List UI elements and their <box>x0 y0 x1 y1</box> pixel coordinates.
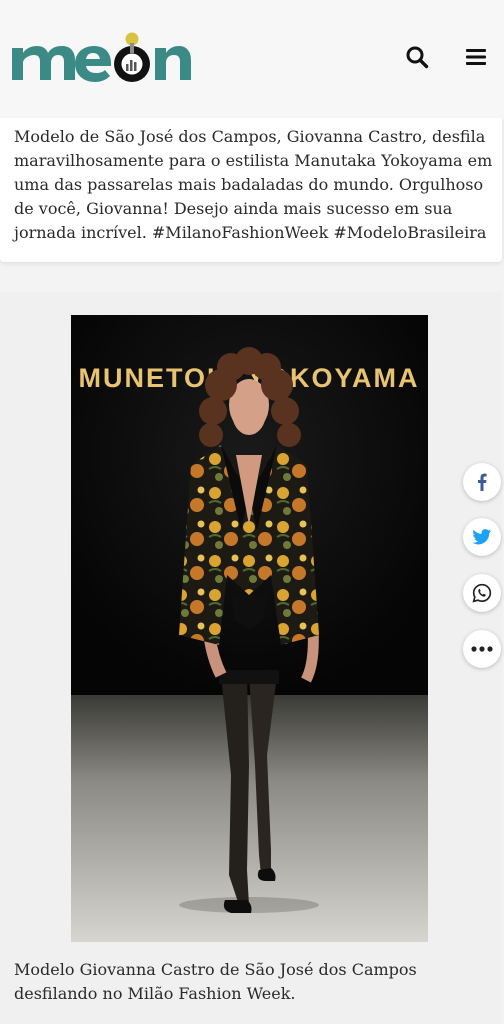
share-more-button[interactable] <box>463 630 501 668</box>
facebook-icon <box>478 473 487 491</box>
search-button[interactable] <box>402 42 432 72</box>
site-header <box>0 0 504 118</box>
twitter-icon <box>472 529 492 545</box>
runway-photo: MUNETOKI YOKOYAMA <box>71 315 428 942</box>
more-icon <box>471 646 493 652</box>
photo-caption: Modelo Giovanna Castro de São José dos C… <box>14 960 417 1003</box>
whatsapp-icon <box>472 583 492 603</box>
share-facebook-button[interactable] <box>463 463 501 501</box>
meon-logo[interactable] <box>10 28 192 88</box>
post-text: Modelo de São José dos Campos, Giovanna … <box>14 127 493 242</box>
menu-button[interactable] <box>461 42 491 72</box>
post-text-card: Modelo de São José dos Campos, Giovanna … <box>0 118 502 262</box>
share-twitter-button[interactable] <box>463 518 501 556</box>
search-icon <box>406 46 429 69</box>
hamburger-menu-icon <box>466 49 486 65</box>
share-whatsapp-button[interactable] <box>463 574 501 612</box>
